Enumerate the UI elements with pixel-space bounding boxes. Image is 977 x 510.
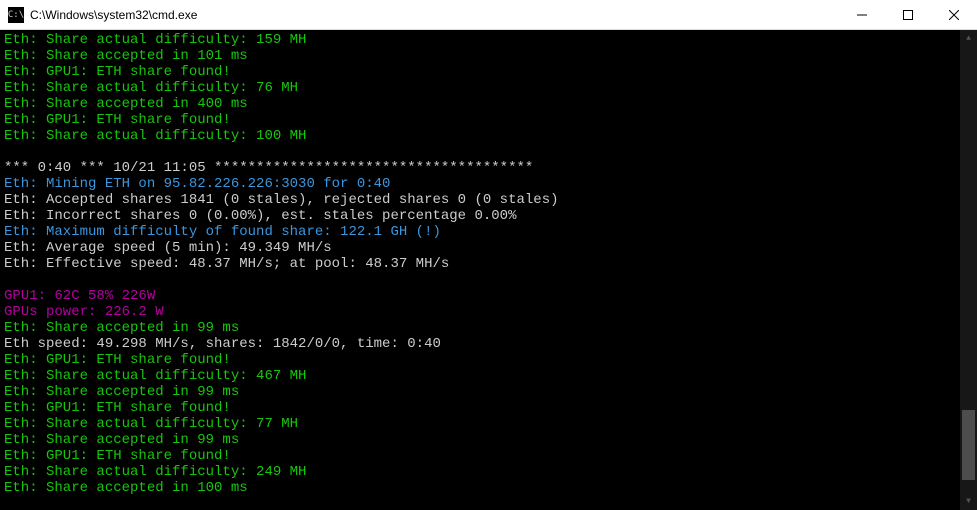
terminal-line: Eth: Share accepted in 100 ms [4,480,956,496]
terminal-line: Eth: GPU1: ETH share found! [4,352,956,368]
terminal-line: Eth: Share actual difficulty: 100 MH [4,128,956,144]
terminal-output[interactable]: Eth: Share actual difficulty: 159 MHEth:… [0,30,960,510]
terminal-line [4,272,956,288]
terminal-line: *** 0:40 *** 10/21 11:05 ***************… [4,160,956,176]
terminal-line: Eth: Maximum difficulty of found share: … [4,224,956,240]
terminal-line: Eth: Share actual difficulty: 159 MH [4,32,956,48]
cmd-icon: C:\ [8,7,24,23]
window-title: C:\Windows\system32\cmd.exe [30,7,839,23]
terminal-line: Eth: Share actual difficulty: 249 MH [4,464,956,480]
scrollbar[interactable]: ▲ ▼ [960,30,977,510]
terminal-line: Eth: Share accepted in 99 ms [4,384,956,400]
terminal-line: Eth: Effective speed: 48.37 MH/s; at poo… [4,256,956,272]
minimize-button[interactable] [839,0,885,30]
scrollbar-thumb[interactable] [962,410,975,480]
scroll-down-button[interactable]: ▼ [960,493,977,510]
terminal-line: Eth: Share accepted in 99 ms [4,320,956,336]
terminal-line: Eth: GPU1: ETH share found! [4,448,956,464]
terminal-line: Eth: Share accepted in 99 ms [4,432,956,448]
terminal-line: Eth: Share actual difficulty: 77 MH [4,416,956,432]
terminal-line: Eth: GPU1: ETH share found! [4,64,956,80]
terminal-line: Eth: Share actual difficulty: 467 MH [4,368,956,384]
terminal-line: Eth: GPU1: ETH share found! [4,112,956,128]
terminal-line: GPUs power: 226.2 W [4,304,956,320]
terminal-line: Eth: GPU1: ETH share found! [4,400,956,416]
window-titlebar: C:\ C:\Windows\system32\cmd.exe [0,0,977,30]
terminal-line: Eth: Average speed (5 min): 49.349 MH/s [4,240,956,256]
terminal-line: Eth: Share accepted in 400 ms [4,96,956,112]
window-controls [839,0,977,30]
terminal-container: Eth: Share actual difficulty: 159 MHEth:… [0,30,977,510]
terminal-line: Eth: Share actual difficulty: 76 MH [4,80,956,96]
close-button[interactable] [931,0,977,30]
terminal-line: Eth: Accepted shares 1841 (0 stales), re… [4,192,956,208]
terminal-line: Eth: Incorrect shares 0 (0.00%), est. st… [4,208,956,224]
terminal-line: Eth speed: 49.298 MH/s, shares: 1842/0/0… [4,336,956,352]
terminal-line: Eth: Mining ETH on 95.82.226.226:3030 fo… [4,176,956,192]
terminal-line: GPU1: 62C 58% 226W [4,288,956,304]
scroll-up-button[interactable]: ▲ [960,30,977,47]
maximize-button[interactable] [885,0,931,30]
terminal-line: Eth: Share accepted in 101 ms [4,48,956,64]
terminal-line [4,144,956,160]
